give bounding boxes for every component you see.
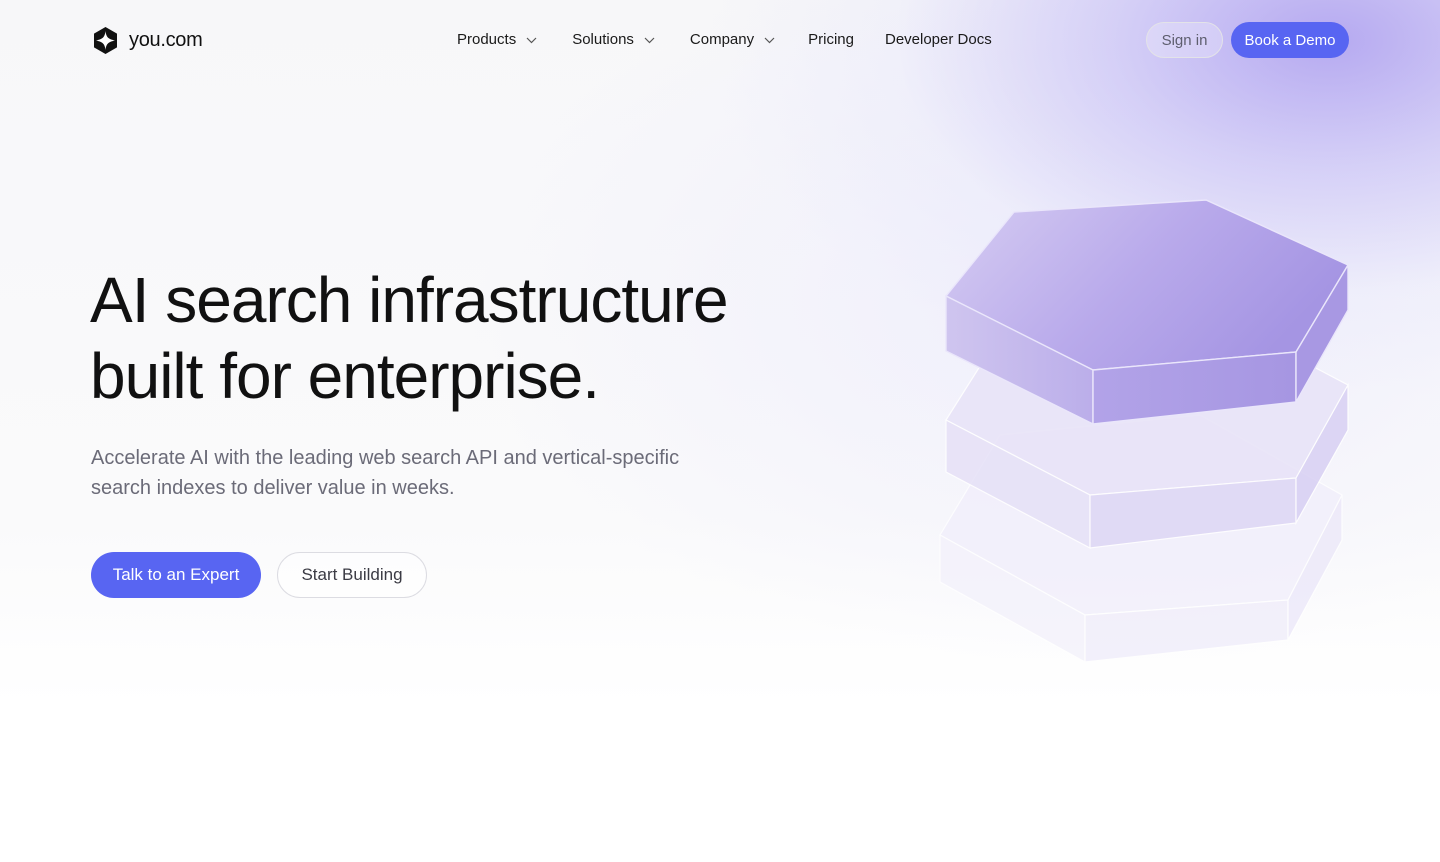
hero-subtitle-line: Accelerate AI with the leading web searc…: [91, 447, 680, 469]
nav-item-company[interactable]: Company: [690, 31, 775, 48]
nav-item-label: Developer Docs: [884, 30, 992, 48]
sign-in-button[interactable]: Sign in: [1146, 22, 1223, 58]
talk-to-expert-button[interactable]: Talk to an Expert: [91, 552, 261, 598]
nav-item-pricing[interactable]: Pricing: [808, 31, 854, 48]
hero-title-line: AI search infrastructure: [90, 264, 729, 336]
hero-subtitle-line: search indexes to deliver value in weeks…: [91, 477, 455, 499]
main-nav: Products Solutions Company Pricing Devel…: [457, 28, 992, 50]
page: you.com Products Solutions Company Prici…: [0, 0, 1440, 862]
hero-title-line: built for enterprise.: [90, 340, 600, 412]
brand-name: you.com: [129, 28, 203, 51]
nav-item-label: Solutions: [572, 30, 634, 48]
nav-item-label: Products: [457, 30, 517, 48]
brand-logo-link[interactable]: you.com: [91, 25, 203, 55]
hero-title: AI search infrastructure built for enter…: [90, 262, 850, 414]
hero-subtitle: Accelerate AI with the leading web searc…: [91, 443, 731, 503]
nav-item-solutions[interactable]: Solutions: [572, 31, 655, 48]
nav-item-products[interactable]: Products: [457, 31, 537, 48]
you-com-logo-icon: [94, 26, 117, 54]
nav-item-developer-docs[interactable]: Developer Docs: [885, 31, 992, 48]
nav-item-label: Company: [689, 30, 755, 48]
chevron-down-icon: [764, 37, 775, 43]
start-building-button[interactable]: Start Building: [277, 552, 427, 598]
chevron-down-icon: [644, 37, 655, 43]
chevron-down-icon: [526, 37, 537, 43]
stacked-hexagons-illustration: [939, 199, 1350, 664]
book-demo-button[interactable]: Book a Demo: [1231, 22, 1349, 58]
nav-item-label: Pricing: [808, 30, 854, 48]
site-header: you.com Products Solutions Company Prici…: [0, 0, 1440, 78]
